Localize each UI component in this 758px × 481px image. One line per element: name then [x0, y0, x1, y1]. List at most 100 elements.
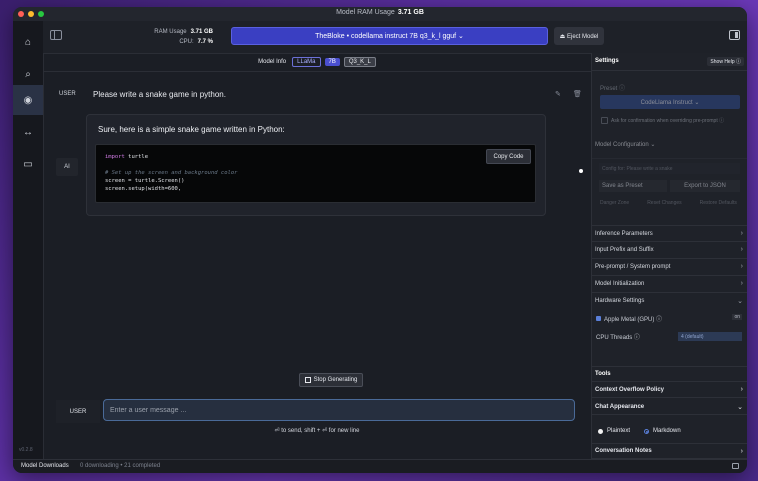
apple-metal-checkbox[interactable] — [596, 316, 601, 321]
input-role-toggle[interactable]: USER — [56, 400, 100, 423]
chat-appearance-row[interactable]: Chat Appearance ⌄ — [592, 399, 747, 415]
model-info-bar: Model Info LLaMa 7B Q3_K_L — [43, 53, 591, 72]
stop-generating-button[interactable]: Stop Generating — [299, 373, 363, 387]
code-comment: # Set up the screen and background color — [105, 170, 238, 176]
row-label: Pre-prompt / System prompt — [595, 263, 671, 270]
send-hint: ⏎ to send, shift + ⏎ for new line — [274, 428, 360, 434]
save-preset-button[interactable]: Save as Preset — [599, 180, 667, 192]
nav-chat[interactable]: ◉ — [13, 85, 43, 115]
chevron-right-icon: › — [740, 447, 743, 455]
ai-role-label: AI — [56, 158, 78, 176]
config-name-field[interactable]: Config for: Please write a snake — [599, 163, 740, 174]
top-bar: RAM Usage 3.71 GB CPU: 7.7 % TheBloke • co… — [43, 21, 747, 54]
nav-models[interactable]: ▭ — [13, 149, 43, 179]
chevron-right-icon: › — [740, 263, 743, 270]
plaintext-label: Plaintext — [607, 428, 631, 434]
model-selector[interactable]: TheBloke • codellama instruct 7B q3_k_l … — [231, 27, 548, 45]
ai-message: Sure, here is a simple snake game writte… — [86, 114, 546, 216]
chevron-right-icon: › — [740, 230, 743, 237]
row-label: Input Prefix and Suffix — [595, 246, 654, 253]
code-text: turtle — [124, 154, 149, 160]
eject-model-button[interactable]: ⏏ Eject Model — [554, 27, 604, 45]
nav-home[interactable]: ⌂ — [13, 27, 43, 57]
title-bar: Model RAM Usage 3.71 GB — [13, 7, 747, 21]
ask-confirm-row[interactable]: Ask for confirmation when overriding pre… — [601, 117, 724, 124]
prefix-suffix-row[interactable]: Input Prefix and Suffix › — [592, 241, 747, 257]
window-title-label: Model RAM Usage — [336, 9, 395, 16]
row-label: Hardware Settings — [595, 297, 645, 304]
cpu-value: 7.7 % — [197, 39, 213, 45]
code-block: import turtle # Set up the screen and ba… — [95, 144, 536, 203]
right-panel-toggle-icon[interactable] — [729, 30, 740, 40]
markdown-label: Markdown — [653, 428, 681, 434]
left-nav: ⌂ ⌕ ◉ ↔ ▭ v0.2.8 — [13, 21, 44, 459]
appearance-options: Plaintext Markdown — [598, 428, 681, 434]
search-icon: ⌕ — [25, 68, 31, 80]
settings-panel: Settings Show Help ⓘ Preset ⓘ CodeLlama … — [591, 53, 747, 459]
ram-label: RAM Usage — [154, 29, 187, 35]
apple-metal-label: Apple Metal (GPU) ⓘ — [604, 317, 663, 323]
model-downloads-title[interactable]: Model Downloads — [21, 463, 69, 469]
context-overflow-row[interactable]: Context Overflow Policy › — [592, 382, 747, 398]
preset-select[interactable]: CodeLlama Instruct ⌄ — [600, 95, 740, 109]
reset-changes-button[interactable]: Reset Changes — [647, 200, 681, 206]
download-status: 0 downloading • 21 completed — [80, 463, 161, 469]
conversation-notes-row[interactable]: Conversation Notes › — [592, 443, 747, 459]
window-title: Model RAM Usage 3.71 GB — [13, 9, 747, 16]
code-line: screen = turtle.Screen() — [105, 178, 185, 184]
plaintext-radio[interactable] — [598, 428, 603, 434]
message-input[interactable]: Enter a user message ... — [103, 399, 575, 421]
danger-zone: Danger Zone Reset Changes Restore Defaults — [600, 200, 737, 206]
inference-params-row[interactable]: Inference Parameters › — [592, 225, 747, 241]
divider — [592, 158, 747, 159]
bottom-bar: Model Downloads 0 downloading • 21 compl… — [13, 459, 747, 473]
app-version: v0.2.8 — [19, 447, 33, 453]
code-keyword: import — [105, 154, 125, 160]
apple-metal-row[interactable]: Apple Metal (GPU) ⓘ — [596, 314, 662, 323]
ram-value: 3.71 GB — [190, 29, 213, 35]
chat-area: USER Please write a snake game in python… — [43, 71, 591, 459]
restore-defaults-button[interactable]: Restore Defaults — [700, 200, 737, 206]
preprompt-row[interactable]: Pre-prompt / System prompt › — [592, 258, 747, 274]
downloads-panel-icon[interactable] — [732, 463, 739, 469]
show-help-button[interactable]: Show Help ⓘ — [707, 57, 744, 66]
settings-header: Settings Show Help ⓘ — [592, 53, 747, 71]
row-label: Chat Appearance — [595, 403, 645, 410]
home-icon: ⌂ — [24, 36, 32, 48]
row-label: Inference Parameters — [595, 230, 653, 237]
code-lines: import turtle # Set up the screen and ba… — [105, 153, 237, 193]
hardware-settings-row[interactable]: Hardware Settings ⌄ — [592, 292, 747, 308]
nav-server[interactable]: ↔ — [13, 117, 43, 147]
tag-quantization: Q3_K_L — [343, 57, 376, 67]
folder-icon: ▭ — [23, 158, 33, 170]
apple-metal-value: on — [732, 314, 742, 320]
tag-size: 7B — [324, 58, 340, 66]
edit-icon[interactable]: ✎ — [555, 90, 561, 98]
row-label: Model Initialization — [595, 280, 645, 287]
danger-label: Danger Zone — [600, 200, 630, 206]
model-config-header[interactable]: Model Configuration ⌄ — [595, 141, 655, 148]
chevron-down-icon: ⌄ — [737, 403, 743, 411]
sidebar-toggle-icon[interactable] — [50, 30, 62, 40]
copy-code-button[interactable]: Copy Code — [486, 149, 531, 164]
user-role-label: USER — [59, 91, 76, 97]
chevron-right-icon: › — [740, 246, 743, 253]
cpu-threads-label: CPU Threads ⓘ — [596, 335, 640, 341]
resource-usage: RAM Usage 3.71 GB CPU: 7.7 % — [148, 27, 213, 47]
code-line: import turtle — [105, 153, 237, 161]
ask-confirm-checkbox[interactable] — [601, 117, 608, 124]
cpu-label: CPU: — [179, 39, 194, 45]
mouse-cursor — [579, 169, 583, 173]
code-line: screen.setup(width=600, — [105, 186, 182, 192]
cpu-threads-input[interactable]: 4 (default) — [678, 332, 742, 341]
window-title-value: 3.71 GB — [397, 9, 424, 16]
markdown-radio[interactable] — [644, 428, 650, 434]
tools-header: Tools — [592, 366, 747, 382]
ai-intro-text: Sure, here is a simple snake game writte… — [98, 125, 285, 134]
user-message: Please write a snake game in python. — [93, 90, 226, 99]
stop-icon — [304, 377, 311, 383]
export-json-button[interactable]: Export to JSON — [670, 180, 740, 192]
model-init-row[interactable]: Model Initialization › — [592, 275, 747, 291]
trash-icon[interactable]: 🗑 — [573, 90, 582, 98]
chevron-right-icon: › — [740, 386, 743, 393]
